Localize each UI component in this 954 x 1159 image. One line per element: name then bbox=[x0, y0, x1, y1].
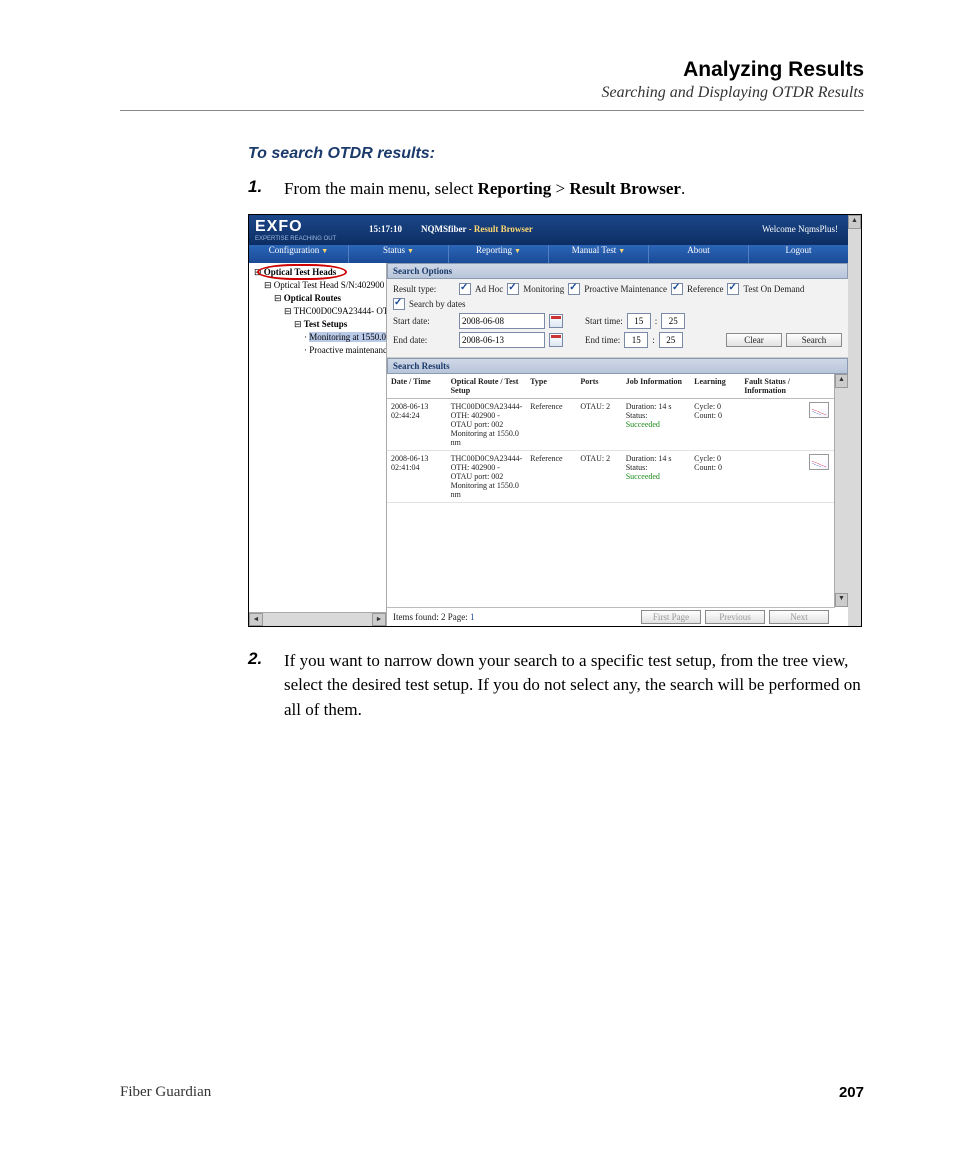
tree-root[interactable]: ⊟ Optical Test Heads bbox=[251, 266, 386, 279]
end-time-label: End time: bbox=[585, 335, 620, 345]
chevron-down-icon: ▼ bbox=[514, 247, 521, 255]
end-date-label: End date: bbox=[393, 335, 455, 345]
header-rule bbox=[120, 110, 864, 111]
items-found: Items found: 2 Page: 1 bbox=[393, 612, 475, 622]
checkbox-reference[interactable] bbox=[671, 283, 683, 295]
tree-node[interactable]: ⊟ Optical Test Head S/N:402900 bbox=[251, 279, 386, 292]
table-row[interactable]: 2008-06-13 02:41:04 THC00D0C9A23444- OTH… bbox=[387, 450, 835, 502]
page-footer: Fiber Guardian 207 bbox=[120, 1084, 864, 1101]
col-ports[interactable]: Ports bbox=[576, 374, 621, 399]
step-number: 1. bbox=[248, 177, 270, 202]
app-title: NQMSfiber - Result Browser bbox=[421, 224, 533, 234]
checkbox-ondemand[interactable] bbox=[727, 283, 739, 295]
start-hour-input[interactable] bbox=[627, 313, 651, 329]
start-min-input[interactable] bbox=[661, 313, 685, 329]
results-footer: Items found: 2 Page: 1 First Page Previo… bbox=[387, 607, 835, 626]
chevron-down-icon: ▼ bbox=[407, 247, 414, 255]
clear-button[interactable]: Clear bbox=[726, 333, 782, 347]
col-learning[interactable]: Learning bbox=[690, 374, 740, 399]
calendar-icon[interactable] bbox=[549, 333, 563, 347]
search-button[interactable]: Search bbox=[786, 333, 842, 347]
results-area: Date / Time Optical Route / Test Setup T… bbox=[387, 374, 848, 607]
col-route[interactable]: Optical Route / Test Setup bbox=[447, 374, 527, 399]
tree-h-scrollbar[interactable]: ◄► bbox=[249, 612, 386, 626]
first-page-button[interactable]: First Page bbox=[641, 610, 701, 624]
next-button[interactable]: Next bbox=[769, 610, 829, 624]
clock: 15:17:10 bbox=[369, 224, 402, 234]
page-number: 207 bbox=[839, 1084, 864, 1101]
col-type[interactable]: Type bbox=[526, 374, 576, 399]
checkbox-search-dates[interactable] bbox=[393, 298, 405, 310]
calendar-icon[interactable] bbox=[549, 314, 563, 328]
start-time-label: Start time: bbox=[585, 316, 623, 326]
results-table: Date / Time Optical Route / Test Setup T… bbox=[387, 374, 835, 503]
start-date-input[interactable] bbox=[459, 313, 545, 329]
result-type-label: Result type: bbox=[393, 284, 455, 294]
start-date-label: Start date: bbox=[393, 316, 455, 326]
outer-scrollbar[interactable]: ▲ bbox=[847, 215, 861, 626]
end-date-input[interactable] bbox=[459, 332, 545, 348]
col-job[interactable]: Job Information bbox=[622, 374, 690, 399]
scroll-right-icon[interactable]: ► bbox=[372, 613, 386, 626]
menu-logout[interactable]: Logout bbox=[749, 245, 848, 263]
search-results-header: Search Results bbox=[387, 358, 848, 374]
step-text: If you want to narrow down your search t… bbox=[284, 649, 864, 723]
menu-reporting[interactable]: Reporting▼ bbox=[449, 245, 549, 263]
tree-leaf-selected[interactable]: · Monitoring at 1550.0 nm bbox=[251, 331, 386, 344]
tree-node[interactable]: ⊟ Test Setups bbox=[251, 318, 386, 331]
search-options: Result type: Ad Hoc Monitoring Proactive… bbox=[387, 279, 848, 358]
chevron-down-icon: ▼ bbox=[321, 247, 328, 255]
menu-manual-test[interactable]: Manual Test▼ bbox=[549, 245, 649, 263]
step-text: From the main menu, select Reporting > R… bbox=[284, 177, 685, 202]
page-header: Analyzing Results Searching and Displayi… bbox=[120, 58, 864, 102]
section-title: Searching and Displaying OTDR Results bbox=[120, 84, 864, 102]
logo-tagline: EXPERTISE REACHING OUT bbox=[255, 236, 336, 242]
checkbox-adhoc[interactable] bbox=[459, 283, 471, 295]
step-2: 2. If you want to narrow down your searc… bbox=[248, 649, 864, 723]
search-options-header: Search Options bbox=[387, 263, 848, 279]
previous-button[interactable]: Previous bbox=[705, 610, 765, 624]
scroll-up-icon[interactable]: ▲ bbox=[848, 215, 861, 229]
scroll-down-icon[interactable]: ▼ bbox=[835, 593, 848, 607]
tree-leaf[interactable]: · Proactive maintenance a bbox=[251, 344, 386, 357]
logo: EXFO EXPERTISE REACHING OUT bbox=[255, 218, 336, 242]
procedure-title: To search OTDR results: bbox=[248, 145, 864, 163]
page-link[interactable]: 1 bbox=[470, 612, 475, 622]
menu-configuration[interactable]: Configuration▼ bbox=[249, 245, 349, 263]
tree-view[interactable]: ⊟ Optical Test Heads ⊟ Optical Test Head… bbox=[249, 263, 387, 626]
col-datetime[interactable]: Date / Time bbox=[387, 374, 447, 399]
step-number: 2. bbox=[248, 649, 270, 723]
chapter-title: Analyzing Results bbox=[120, 58, 864, 82]
table-header-row: Date / Time Optical Route / Test Setup T… bbox=[387, 374, 835, 399]
col-thumb bbox=[805, 374, 835, 399]
screenshot: ▲ EXFO EXPERTISE REACHING OUT 15:17:10 N… bbox=[248, 214, 862, 627]
results-panel: Search Options Result type: Ad Hoc Monit… bbox=[387, 263, 848, 626]
end-hour-input[interactable] bbox=[624, 332, 648, 348]
checkbox-proactive[interactable] bbox=[568, 283, 580, 295]
chevron-down-icon: ▼ bbox=[618, 247, 625, 255]
checkbox-monitoring[interactable] bbox=[507, 283, 519, 295]
end-min-input[interactable] bbox=[659, 332, 683, 348]
results-v-scrollbar[interactable]: ▲▼ bbox=[834, 374, 848, 607]
product-name: Fiber Guardian bbox=[120, 1084, 211, 1101]
menubar: Configuration▼ Status▼ Reporting▼ Manual… bbox=[249, 245, 848, 263]
trace-thumbnail-icon[interactable] bbox=[809, 454, 829, 470]
scroll-left-icon[interactable]: ◄ bbox=[249, 613, 263, 626]
trace-thumbnail-icon[interactable] bbox=[809, 402, 829, 418]
scroll-up-icon[interactable]: ▲ bbox=[835, 374, 848, 388]
welcome-text: Welcome NqmsPlus! bbox=[762, 224, 838, 234]
menu-status[interactable]: Status▼ bbox=[349, 245, 449, 263]
app-titlebar: EXFO EXPERTISE REACHING OUT 15:17:10 NQM… bbox=[249, 215, 848, 245]
tree-node[interactable]: ⊟ THC00D0C9A23444- OTH: 4 bbox=[251, 305, 386, 318]
col-fault[interactable]: Fault Status / Information bbox=[740, 374, 805, 399]
step-1: 1. From the main menu, select Reporting … bbox=[248, 177, 864, 202]
tree-node[interactable]: ⊟ Optical Routes bbox=[251, 292, 386, 305]
table-row[interactable]: 2008-06-13 02:44:24 THC00D0C9A23444- OTH… bbox=[387, 398, 835, 450]
menu-about[interactable]: About bbox=[649, 245, 749, 263]
